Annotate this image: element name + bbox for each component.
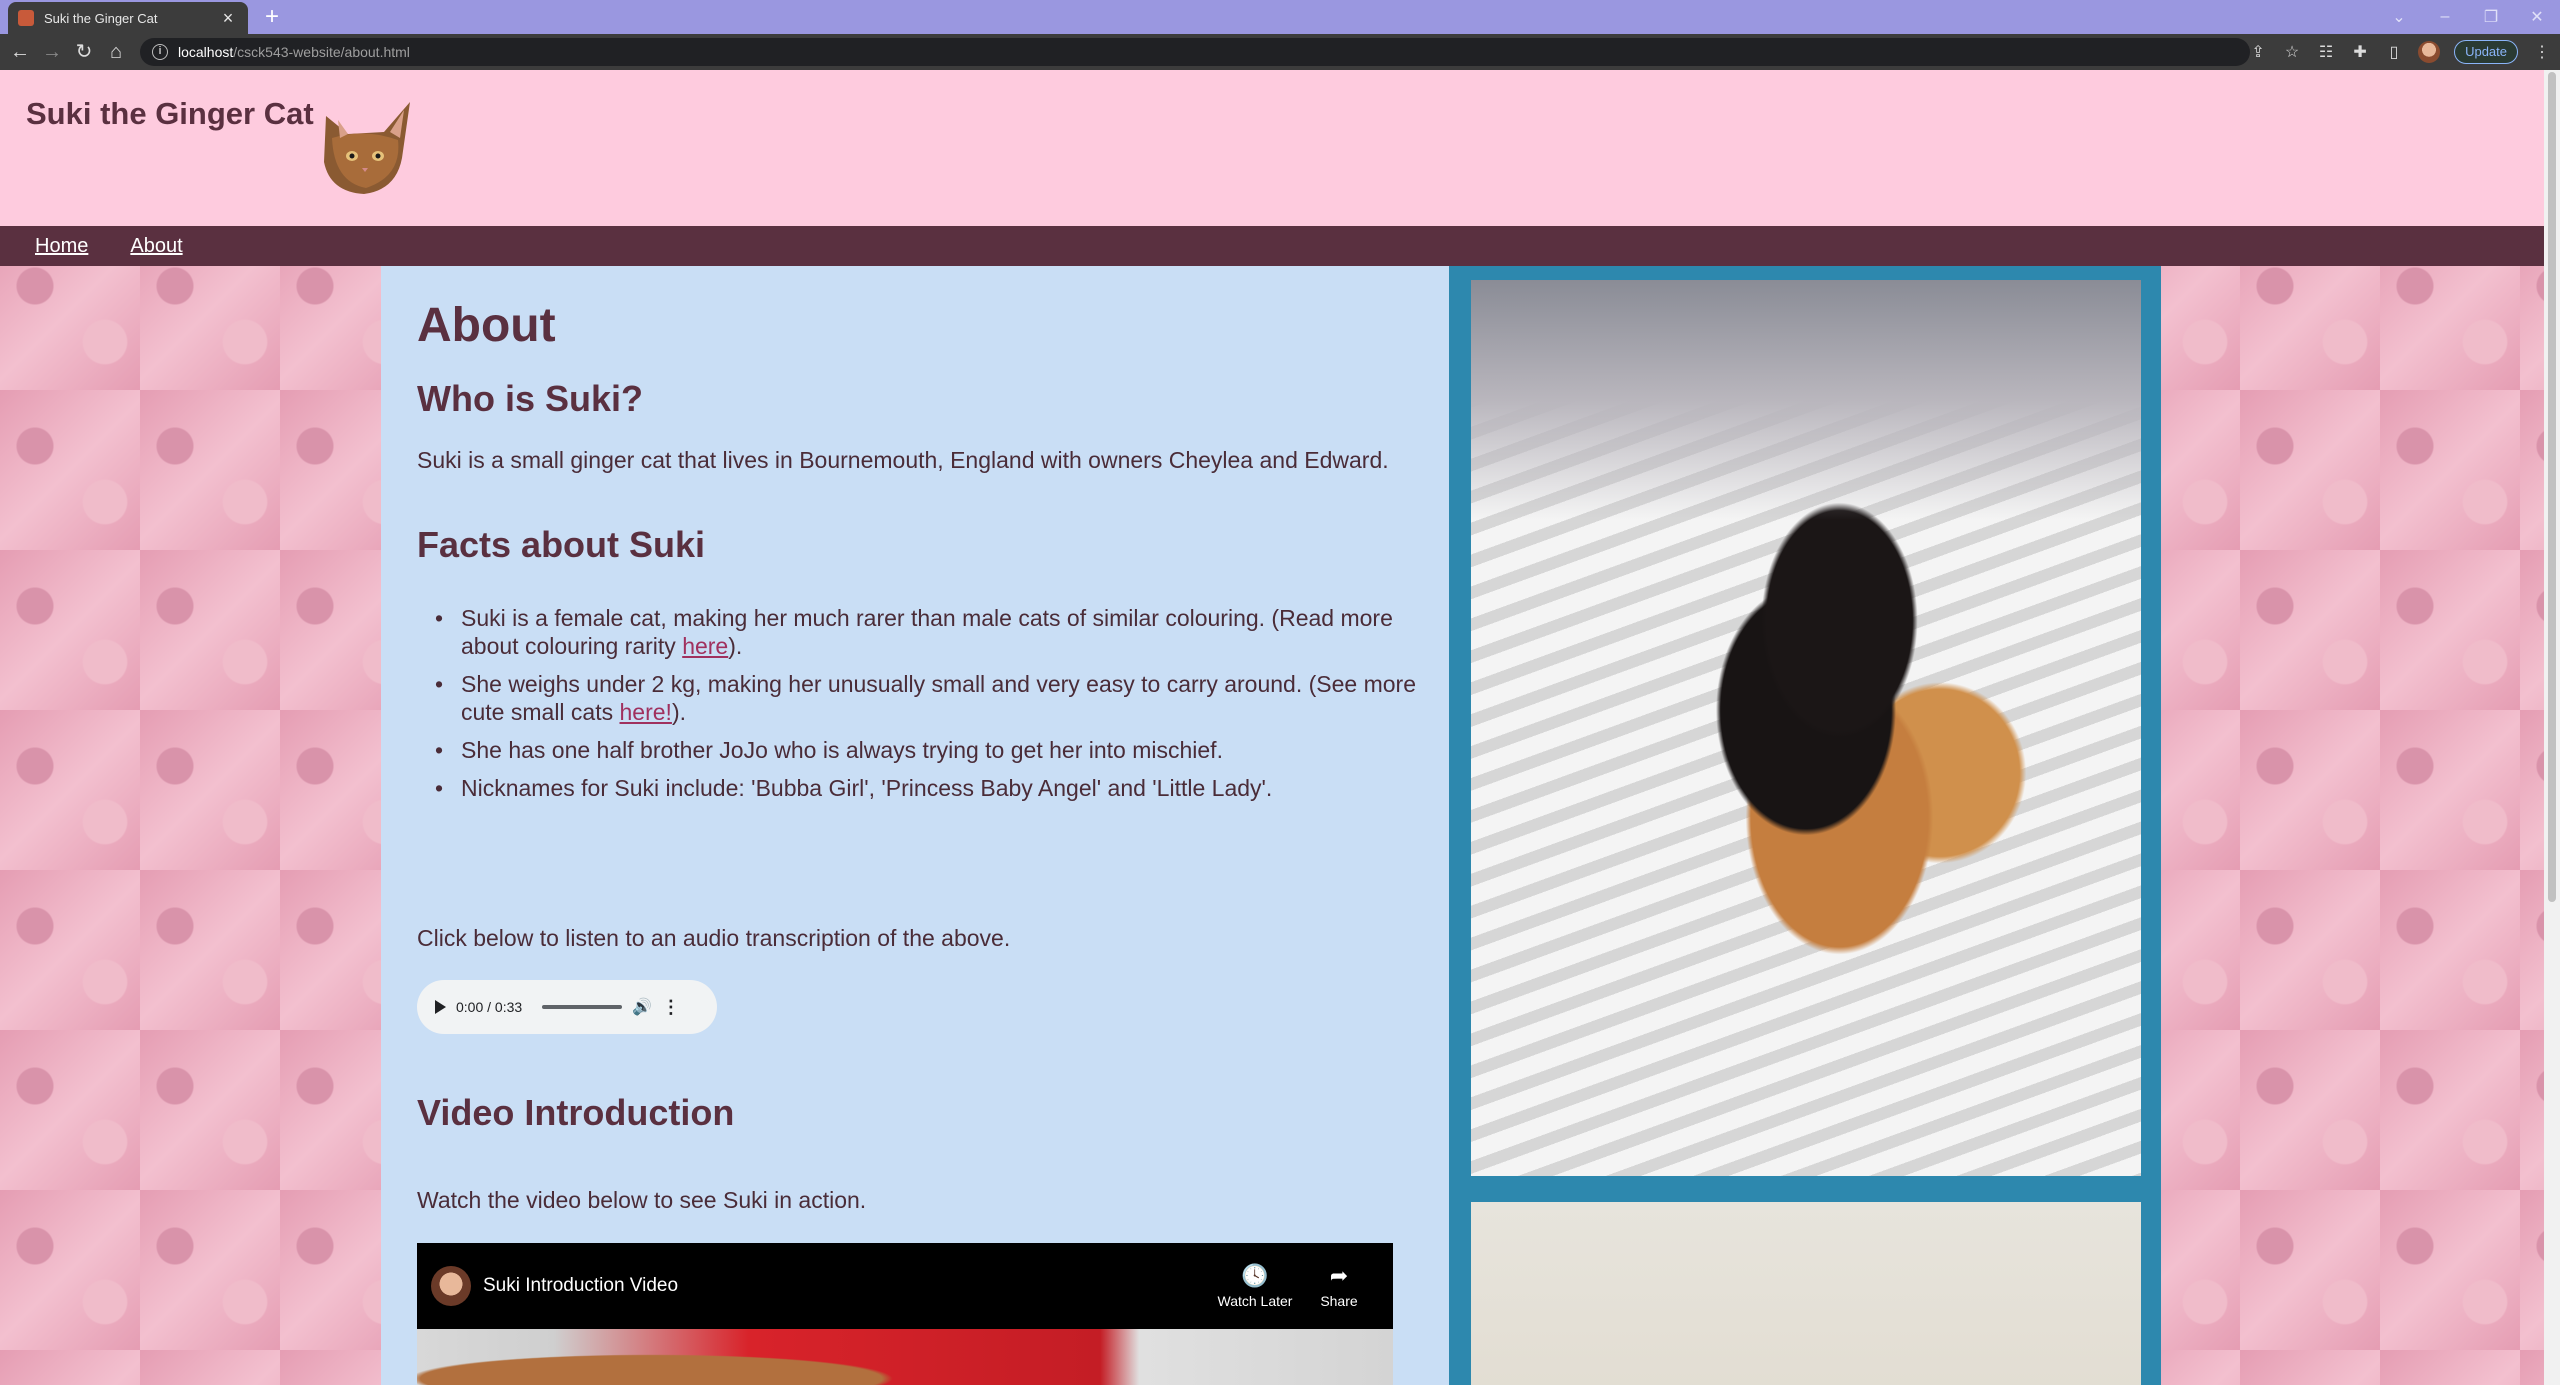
site-title: Suki the Ginger Cat	[26, 96, 314, 131]
cat-logo-icon	[324, 102, 410, 194]
video-thumbnail[interactable]	[417, 1329, 1393, 1385]
clock-icon: 🕓	[1241, 1263, 1269, 1288]
browser-tab[interactable]: Suki the Ginger Cat ×	[8, 2, 248, 34]
audio-prompt: Click below to listen to an audio transc…	[417, 925, 1011, 951]
audio-time: 0:00 / 0:33	[456, 999, 523, 1015]
side-panel-icon[interactable]: ▯	[2384, 42, 2404, 62]
small-cats-link[interactable]: here!	[620, 699, 672, 725]
video-embed[interactable]: Suki Introduction Video 🕓 Watch Later ➦ Sh…	[417, 1243, 1393, 1385]
window-controls: ⌄ – ❐ ✕	[2376, 0, 2560, 34]
audio-progress-slider[interactable]	[542, 1005, 622, 1009]
who-heading: Who is Suki?	[417, 378, 644, 419]
browser-tabstrip: Suki the Ginger Cat × + ⌄ – ❐ ✕	[0, 0, 2560, 34]
nav-home-link[interactable]: Home	[35, 235, 88, 258]
profile-avatar[interactable]	[2418, 41, 2441, 63]
scrollbar-thumb[interactable]	[2548, 72, 2556, 902]
new-tab-button[interactable]: +	[258, 4, 286, 32]
share-arrow-icon: ➦	[1329, 1263, 1349, 1288]
watch-later-button[interactable]: 🕓 Watch Later	[1215, 1263, 1295, 1309]
video-title[interactable]: Suki Introduction Video	[483, 1275, 1211, 1297]
browser-toolbar: ← → ↻ ⌂ i localhost/csck543-website/abou…	[0, 34, 2560, 70]
audio-player[interactable]: 0:00 / 0:33 🔊 ⋮	[417, 980, 717, 1034]
share-button[interactable]: ➦ Share	[1299, 1263, 1379, 1309]
home-icon[interactable]: ⌂	[102, 38, 130, 66]
facts-heading: Facts about Suki	[417, 524, 706, 565]
cats-photo-background	[1471, 280, 2141, 520]
info-icon[interactable]: i	[152, 44, 168, 60]
back-icon[interactable]: ←	[6, 38, 34, 66]
site-header: Suki the Ginger Cat	[0, 70, 2544, 226]
facts-list: Suki is a female cat, making her much ra…	[417, 604, 1417, 812]
second-photo	[1471, 1202, 2141, 1385]
toolbar-actions: ⇪ ☆ ☷ ✚ ▯ Update ⋮	[2248, 38, 2552, 66]
page-title: About	[417, 299, 556, 352]
play-icon[interactable]	[435, 1000, 446, 1014]
who-text: Suki is a small ginger cat that lives in…	[417, 447, 1389, 473]
channel-avatar[interactable]	[431, 1266, 471, 1306]
site-nav: Home About	[0, 226, 2544, 266]
url-text[interactable]: localhost/csck543-website/about.html	[178, 44, 410, 60]
tab-close-icon[interactable]: ×	[218, 9, 238, 27]
update-button[interactable]: Update	[2454, 40, 2518, 64]
fact-item: Suki is a female cat, making her much ra…	[417, 604, 1417, 660]
window-close-icon[interactable]: ✕	[2514, 7, 2560, 27]
page-scrollbar[interactable]	[2544, 70, 2560, 1385]
reload-icon[interactable]: ↻	[70, 38, 98, 66]
address-bar[interactable]: i localhost/csck543-website/about.html	[140, 38, 2250, 66]
star-icon[interactable]: ☆	[2282, 42, 2302, 62]
restore-icon[interactable]: ❐	[2468, 7, 2514, 27]
menu-icon[interactable]: ⋮	[2532, 42, 2552, 62]
video-header: Suki Introduction Video 🕓 Watch Later ➦ Sh…	[417, 1243, 1393, 1329]
nav-about-link[interactable]: About	[130, 235, 182, 258]
main-content: About Who is Suki? Suki is a small ginge…	[381, 266, 1449, 1385]
minimize-icon[interactable]: –	[2422, 8, 2468, 26]
reading-list-icon[interactable]: ☷	[2316, 42, 2336, 62]
video-prompt: Watch the video below to see Suki in act…	[417, 1187, 867, 1213]
volume-icon[interactable]: 🔊	[632, 997, 652, 1017]
more-options-icon[interactable]: ⋮	[662, 997, 680, 1018]
tab-favicon-icon	[18, 10, 34, 26]
extensions-icon[interactable]: ✚	[2350, 42, 2370, 62]
photo-sidebar	[1449, 266, 2161, 1385]
fact-item: Nicknames for Suki include: 'Bubba Girl'…	[417, 774, 1417, 802]
fact-item: She weighs under 2 kg, making her unusua…	[417, 670, 1417, 726]
video-heading: Video Introduction	[417, 1092, 735, 1133]
fact-item: She has one half brother JoJo who is alw…	[417, 736, 1417, 764]
colour-rarity-link[interactable]: here	[682, 633, 728, 659]
tab-title: Suki the Ginger Cat	[44, 10, 158, 26]
share-icon[interactable]: ⇪	[2248, 42, 2268, 62]
page-viewport: Suki the Ginger Cat Home About About Who…	[0, 70, 2544, 1385]
forward-icon[interactable]: →	[38, 38, 66, 66]
tab-search-icon[interactable]: ⌄	[2376, 7, 2422, 27]
